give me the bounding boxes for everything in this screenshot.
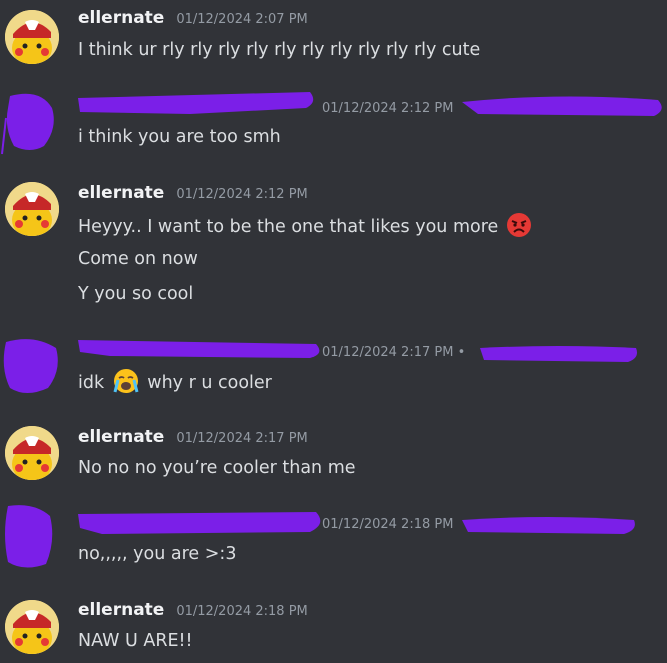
- redacted-username: [78, 512, 321, 534]
- avatar[interactable]: [5, 182, 59, 236]
- redacted-avatar: [3, 339, 58, 393]
- redacted-username: [78, 340, 320, 358]
- message-text-part: idk: [78, 373, 105, 393]
- avatar[interactable]: [5, 600, 59, 654]
- message-text-part: why r u cooler: [147, 373, 272, 393]
- message-text: i think you are too smh: [78, 127, 281, 147]
- username[interactable]: ellernate: [78, 427, 164, 447]
- timestamp: 01/12/2024 2:12 PM: [176, 187, 308, 202]
- redacted-username: [78, 92, 314, 114]
- redacted-text: [462, 517, 635, 534]
- avatar[interactable]: [5, 426, 59, 480]
- timestamp: 01/12/2024 2:07 PM: [176, 12, 308, 27]
- username[interactable]: ellernate: [78, 600, 164, 620]
- angry-face-icon: [506, 212, 532, 245]
- timestamp: 01/12/2024 2:12 PM: [322, 101, 454, 116]
- timestamp: 01/12/2024 2:18 PM: [176, 604, 308, 619]
- message-text: NAW U ARE!!: [78, 631, 193, 651]
- message-text: Come on now: [78, 249, 198, 269]
- redacted-text: [462, 96, 662, 116]
- username[interactable]: ellernate: [78, 8, 164, 28]
- timestamp: 01/12/2024 2:17 PM •: [322, 345, 466, 360]
- redacted-text: [480, 346, 637, 362]
- message-text: Heyyy.. I want to be the one that likes …: [78, 212, 534, 245]
- message-text: I think ur rly rly rly rly rly rly rly r…: [78, 40, 481, 60]
- message-text-part: Heyyy.. I want to be the one that likes …: [78, 217, 499, 237]
- message-text: No no no you’re cooler than me: [78, 458, 356, 478]
- message-text: idk why r u cooler: [78, 368, 272, 401]
- redacted-avatar: [5, 505, 53, 568]
- loudly-crying-face-icon: [112, 368, 140, 401]
- username[interactable]: ellernate: [78, 183, 164, 203]
- timestamp: 01/12/2024 2:18 PM: [322, 517, 454, 532]
- redacted-avatar: [1, 93, 54, 155]
- avatar[interactable]: [5, 10, 59, 64]
- timestamp: 01/12/2024 2:17 PM: [176, 431, 308, 446]
- message-text: Y you so cool: [78, 284, 194, 304]
- message-text: no,,,,, you are >:3: [78, 544, 237, 564]
